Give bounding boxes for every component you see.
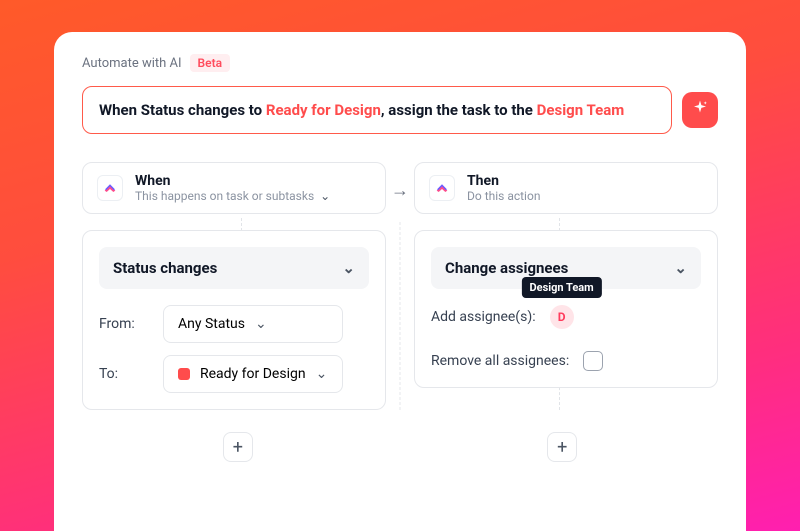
assignee-action-block: Change assignees ⌄ Add assignee(s): D De… <box>414 230 718 388</box>
add-assignee-row: Add assignee(s): D Design Team <box>431 305 701 329</box>
action-subtitle: Do this action <box>467 189 540 203</box>
to-row: To: Ready for Design ⌄ <box>99 355 369 393</box>
from-row: From: Any Status ⌄ <box>99 305 369 343</box>
chevron-down-icon: ⌄ <box>674 259 687 277</box>
remove-assignees-row: Remove all assignees: <box>431 351 701 371</box>
change-assignees-label: Change assignees <box>445 259 568 277</box>
ai-label: Automate with AI <box>82 56 182 71</box>
from-status-select[interactable]: Any Status ⌄ <box>163 305 343 343</box>
action-header-text: Then Do this action <box>467 173 540 203</box>
status-trigger-block: Status changes ⌄ From: Any Status ⌄ To: … <box>82 230 386 410</box>
prompt-text-1: When Status changes to <box>99 101 266 119</box>
trigger-header-card[interactable]: When This happens on task or subtasks ⌄ <box>82 162 386 214</box>
ai-header-row: Automate with AI Beta <box>82 54 718 72</box>
ai-prompt-row: When Status changes to Ready for Design,… <box>82 86 718 134</box>
trigger-title: When <box>135 173 330 189</box>
status-color-swatch <box>178 368 190 380</box>
add-assignee-label: Add assignee(s): <box>431 309 536 325</box>
ai-prompt-input[interactable]: When Status changes to Ready for Design,… <box>82 86 672 134</box>
action-column: Then Do this action Change assignees ⌄ A… <box>414 162 718 410</box>
clickup-logo-icon <box>429 175 455 201</box>
status-changes-dropdown[interactable]: Status changes ⌄ <box>99 247 369 289</box>
chevron-down-icon: ⌄ <box>255 316 267 332</box>
action-title: Then <box>467 173 540 189</box>
arrow-icon: → <box>391 180 409 201</box>
from-status-value: Any Status <box>178 316 245 332</box>
builder-columns: → When This happens on task or subtasks … <box>82 162 718 410</box>
to-status-select[interactable]: Ready for Design ⌄ <box>163 355 343 393</box>
clickup-logo-icon <box>97 175 123 201</box>
remove-assignees-checkbox[interactable] <box>583 351 603 371</box>
prompt-highlight-status: Ready for Design <box>266 101 381 119</box>
plus-icon: + <box>557 437 567 458</box>
ai-generate-button[interactable] <box>682 92 718 128</box>
prompt-highlight-team: Design Team <box>537 101 625 119</box>
assignee-avatar[interactable]: D Design Team <box>550 305 574 329</box>
add-trigger-button[interactable]: + <box>223 432 253 462</box>
trigger-subtitle: This happens on task or subtasks <box>135 189 314 203</box>
add-action-button[interactable]: + <box>547 432 577 462</box>
avatar-initial: D <box>558 310 566 324</box>
to-status-value: Ready for Design <box>200 366 306 382</box>
center-divider <box>400 222 401 410</box>
beta-badge: Beta <box>190 54 231 72</box>
plus-icon: + <box>233 437 243 458</box>
trigger-column: When This happens on task or subtasks ⌄ … <box>82 162 386 410</box>
prompt-text-2: , assign the task to the <box>381 101 537 119</box>
action-header-card[interactable]: Then Do this action <box>414 162 718 214</box>
from-label: From: <box>99 316 149 332</box>
remove-assignees-label: Remove all assignees: <box>431 353 569 369</box>
status-changes-label: Status changes <box>113 259 217 277</box>
chevron-down-icon: ⌄ <box>316 366 328 382</box>
to-label: To: <box>99 366 149 382</box>
assignee-tooltip: Design Team <box>521 277 601 298</box>
trigger-header-text: When This happens on task or subtasks ⌄ <box>135 173 330 203</box>
chevron-down-icon: ⌄ <box>320 189 330 203</box>
sparkle-icon <box>691 99 709 121</box>
chevron-down-icon: ⌄ <box>342 259 355 277</box>
automation-builder-window: Automate with AI Beta When Status change… <box>54 32 746 531</box>
